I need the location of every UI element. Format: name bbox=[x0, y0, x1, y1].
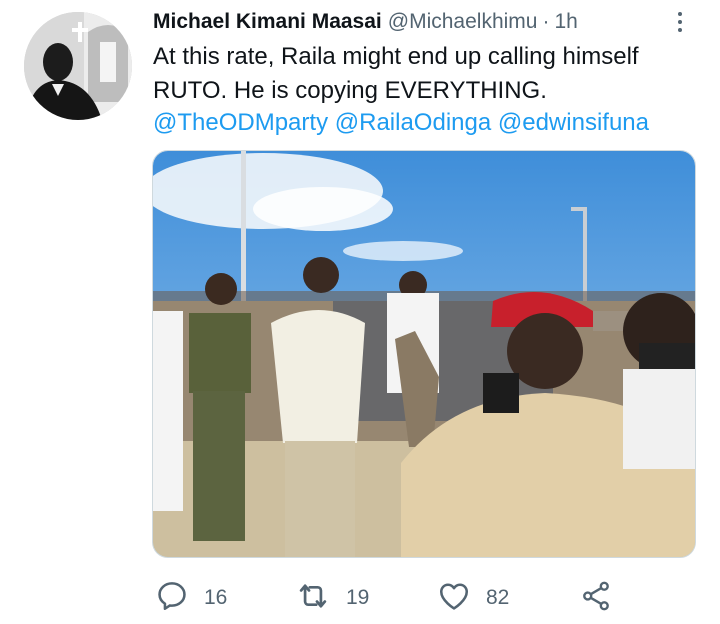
action-bar: 16 19 82 bbox=[154, 578, 624, 618]
tweet-mentions: @TheODMparty @RailaOdinga @edwinsifuna bbox=[153, 108, 649, 138]
header-separator: · bbox=[542, 10, 550, 33]
mention-link[interactable]: @edwinsifuna bbox=[498, 109, 649, 136]
author-name[interactable]: Michael Kimani Maasai bbox=[153, 10, 382, 34]
share-icon bbox=[578, 578, 614, 619]
reply-button[interactable]: 16 bbox=[154, 578, 227, 618]
mention-link[interactable]: @RailaOdinga bbox=[335, 109, 491, 136]
mention-link[interactable]: @TheODMparty bbox=[153, 109, 328, 136]
author-avatar[interactable] bbox=[24, 12, 132, 120]
reply-icon bbox=[154, 578, 190, 619]
like-count: 82 bbox=[486, 586, 510, 609]
tweet-text: At this rate, Raila might end up calling… bbox=[153, 40, 693, 108]
heart-icon bbox=[436, 578, 472, 619]
tweet-text-line: At this rate, Raila might end up calling… bbox=[153, 43, 639, 70]
retweet-icon bbox=[294, 577, 332, 620]
avatar-image bbox=[24, 12, 132, 120]
share-button[interactable] bbox=[578, 578, 614, 618]
more-icon[interactable] bbox=[672, 8, 688, 36]
photo-image bbox=[153, 151, 695, 557]
retweet-button[interactable]: 19 bbox=[294, 578, 369, 618]
tweet-photo[interactable] bbox=[152, 150, 696, 558]
tweet-timestamp[interactable]: 1h bbox=[554, 10, 577, 34]
like-button[interactable]: 82 bbox=[436, 578, 509, 618]
author-handle[interactable]: @Michaelkhimu bbox=[388, 10, 538, 34]
tweet-header: Michael Kimani Maasai @Michaelkhimu · 1h bbox=[153, 6, 578, 38]
retweet-count: 19 bbox=[346, 586, 370, 609]
reply-count: 16 bbox=[204, 586, 228, 609]
tweet-text-line: RUTO. He is copying EVERYTHING. bbox=[153, 77, 547, 104]
